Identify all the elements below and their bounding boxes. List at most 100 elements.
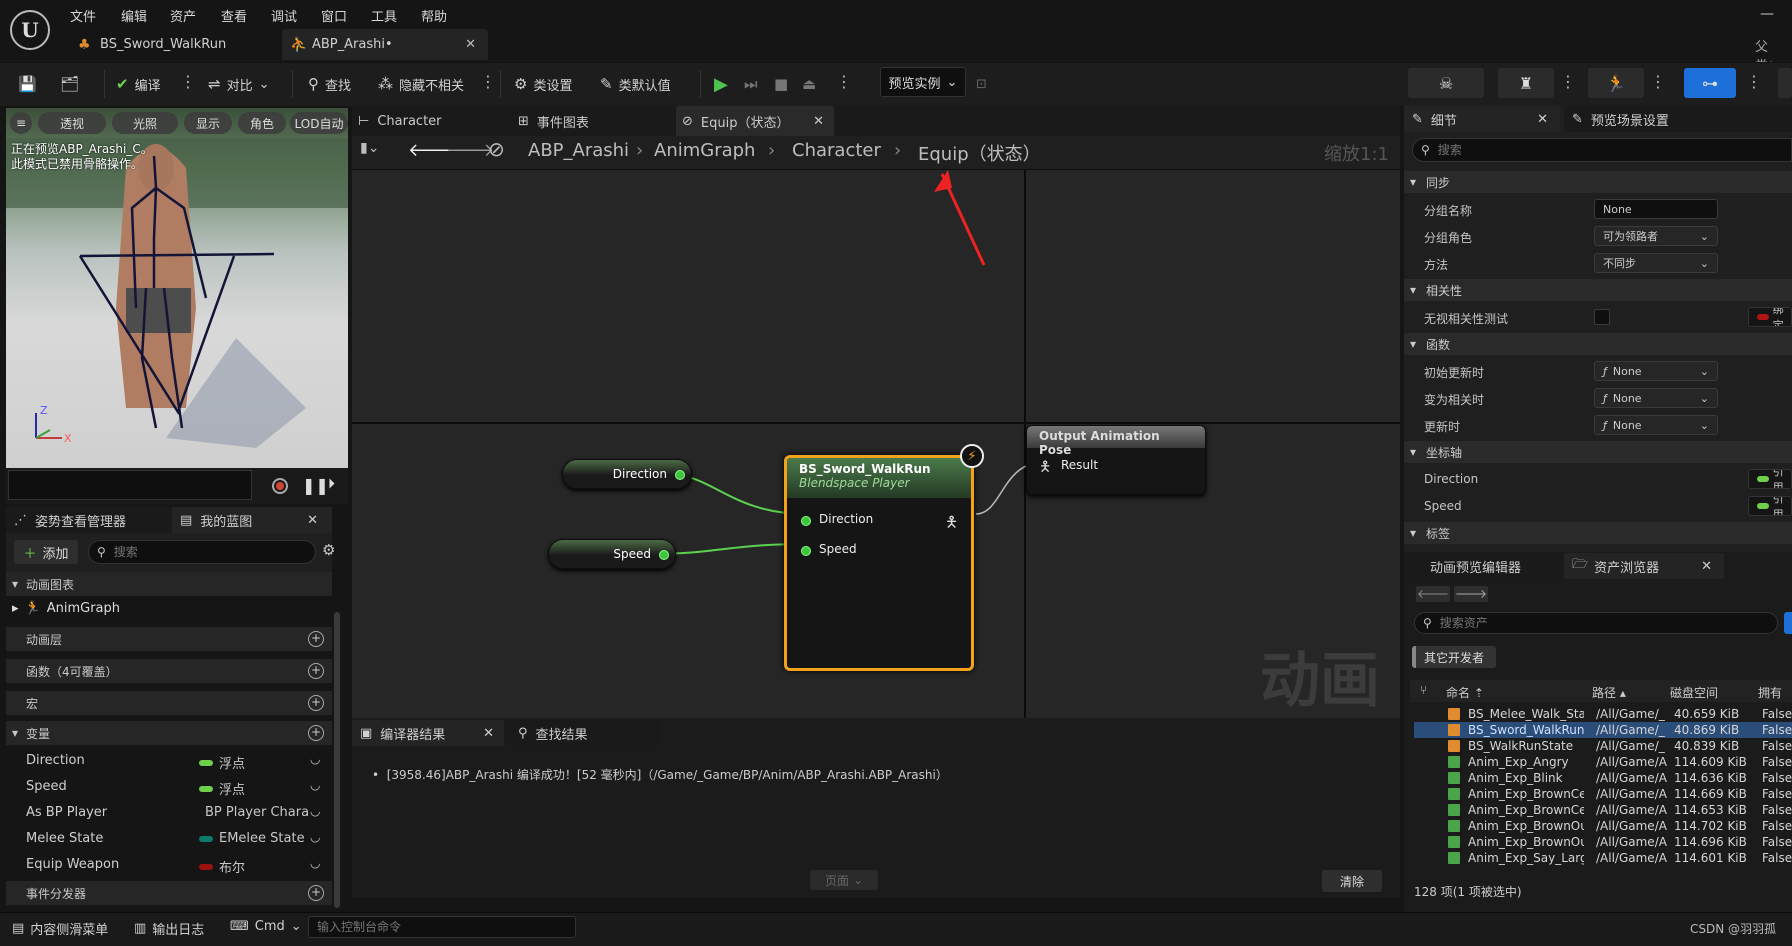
section-variables[interactable]: ▾ 变量 + [6,721,332,745]
more-icon[interactable]: ⋮ [836,72,852,91]
asset-row[interactable]: BS_Sword_WalkRun/All/Game/_ 40.869 KiB Fal… [1414,722,1792,738]
menu-item[interactable]: 查看 [221,6,247,25]
section-macros[interactable]: 宏 + [6,691,332,715]
more-icon[interactable]: ⋮ [480,72,496,91]
group-role-dropdown[interactable]: 可为领路者 ⌄ [1594,226,1718,246]
minimize-icon[interactable]: — [1760,6,1774,22]
asset-row[interactable]: Anim_Exp_BrownOut/All/Game/A 114.702 KiB F… [1414,818,1792,834]
debug-filter-icon[interactable]: ⊡ [976,71,987,97]
column-owner[interactable]: 拥有 [1758,684,1782,701]
column-path[interactable]: 路径 ▴ [1592,684,1626,701]
mesh-mode-button[interactable]: ♜ [1498,68,1554,98]
category-coordinates[interactable]: ▾ 坐标轴 [1404,441,1792,463]
search-input[interactable] [1437,143,1738,157]
browse-button[interactable]: 🗂 [60,71,79,97]
variable-type[interactable]: BP Player Chara [199,805,309,820]
perspective-button[interactable]: 透视 [38,112,106,134]
direction-get-node[interactable]: Direction [562,459,692,489]
unreal-logo-icon[interactable]: U [10,10,50,50]
tab-event-graph[interactable]: ⊞ 事件图表 [518,106,589,136]
breadcrumb-item[interactable]: Equip（状态） [918,140,1041,166]
asset-row[interactable]: BS_Melee_Walk_Stat/All/Game/_ 40.659 KiB F… [1414,706,1792,722]
variable-type[interactable]: 浮点 [199,753,245,772]
section-anim-layers[interactable]: 动画层 + [6,627,332,651]
search-input[interactable] [113,545,294,559]
close-icon[interactable]: ✕ [1701,559,1712,574]
asset-row[interactable]: Anim_Exp_Angry/All/Game/A 114.609 KiB Fals… [1414,754,1792,770]
asset-settings-button[interactable] [1784,612,1792,634]
category-sync[interactable]: ▾ 同步 [1404,171,1792,193]
on-initial-update-dropdown[interactable]: ƒ None ⌄ [1594,361,1718,381]
history-forward-icon[interactable]: 🡒 [1454,586,1488,602]
menu-item[interactable]: 文件 [70,6,96,25]
speed-input-pin[interactable] [801,546,811,556]
tab-bs-sword-walkrun[interactable]: ♣ BS_Sword_WalkRun [70,29,280,60]
menu-item[interactable]: 编辑 [121,6,147,25]
direction-ref-button[interactable]: 引用 [1748,469,1792,489]
tree-view-icon[interactable]: ⑂ [1420,683,1427,697]
group-name-field[interactable]: None [1594,199,1718,219]
console-input-box[interactable] [308,916,576,938]
eye-closed-icon[interactable]: ◡ [310,778,320,792]
add-macro-icon[interactable]: + [308,695,324,711]
asset-row[interactable]: Anim_Exp_BrownCen/All/Game/A 114.669 KiB F… [1414,786,1792,802]
eye-closed-icon[interactable]: ◡ [310,856,320,870]
direction-input-pin[interactable] [801,516,811,526]
section-functions[interactable]: 函数（4可覆盖） + [6,659,332,683]
close-icon[interactable]: ✕ [813,114,824,129]
more-icon[interactable]: ⋮ [1560,72,1576,91]
class-defaults-button[interactable]: ✎ 类默认值 [600,71,671,97]
stop-icon[interactable]: ■ [774,71,788,97]
console-input[interactable] [317,920,567,934]
add-layer-icon[interactable]: + [308,631,324,647]
add-function-icon[interactable]: + [308,663,324,679]
eye-closed-icon[interactable]: ◡ [310,752,320,766]
asset-row[interactable]: Anim_Exp_BrownOut/All/Game/A 114.696 KiB F… [1414,834,1792,850]
pose-output-pin-icon[interactable]: 🯅 [945,512,958,537]
animgraph-item[interactable]: ▸ 🏃 AnimGraph [12,601,120,616]
filter-chip-other-developers[interactable]: 其它开发者 [1412,646,1496,668]
add-dispatcher-icon[interactable]: + [308,885,324,901]
tab-abp-arashi[interactable]: ⛹ ABP_Arashi• ✕ [282,29,488,60]
asset-row[interactable]: Anim_Exp_Blink/All/Game/A 114.636 KiB Fals… [1414,770,1792,786]
add-button[interactable]: ＋ 添加 [14,540,78,564]
variable-type[interactable]: 浮点 [199,779,245,798]
character-button[interactable]: 角色 [238,112,286,134]
blueprint-mode-button[interactable]: ⊶ [1684,68,1736,98]
close-icon[interactable]: ✕ [483,726,494,741]
output-pose-node[interactable]: Output Animation Pose 🯅 Result [1026,425,1206,495]
breadcrumb-item[interactable]: Character [792,140,881,161]
skeleton-mode-button[interactable]: ☠ [1408,68,1484,98]
output-log-button[interactable]: ▥ 输出日志 [134,919,204,938]
category-functions[interactable]: ▾ 函数 [1404,333,1792,355]
section-animgraph[interactable]: ▾ 动画图表 [6,572,332,596]
tab-compiler-results[interactable]: ▣ 编译器结果 ✕ [352,720,504,746]
tab-equip-state[interactable]: ⊘ Equip（状态） ✕ [676,106,834,136]
output-pin[interactable] [675,470,685,480]
clear-button[interactable]: 清除 [1322,870,1382,892]
show-button[interactable]: 显示 [184,112,232,134]
timeline-field[interactable] [8,470,252,500]
asset-row[interactable]: BS_WalkRunState/All/Game/_ 40.839 KiB Fals… [1414,738,1792,754]
tab-character-graph[interactable]: ⊢ Character [358,106,442,136]
menu-item[interactable]: 窗口 [321,6,347,25]
pose-input-pin-icon[interactable]: 🯅 [1039,456,1051,480]
bind-button[interactable]: 绑定 [1748,307,1792,327]
bookmark-icon[interactable]: ▮⌄ [360,140,379,156]
find-button[interactable]: ⚲ 查找 [308,71,351,97]
mybp-scrollbar[interactable] [334,612,340,908]
lod-auto-button[interactable]: LOD自动 [290,112,348,134]
column-disk-size[interactable]: 磁盘空间 [1670,684,1718,701]
tab-preview-scene-settings[interactable]: ✎ 预览场景设置 [1564,106,1792,132]
more-icon[interactable]: ⋮ [1650,72,1666,91]
play-icon[interactable]: ▶ [714,71,728,97]
eye-closed-icon[interactable]: ◡ [310,804,320,818]
tab-anim-preview-editor[interactable]: 动画预览编辑器 [1404,553,1564,579]
on-become-relevant-dropdown[interactable]: ƒ None ⌄ [1594,388,1718,408]
asset-row[interactable]: Anim_Exp_Say_Large/All/Game/A 114.601 KiB… [1414,850,1792,866]
speed-get-node[interactable]: Speed [548,539,676,569]
animation-mode-button[interactable]: 🏃 [1588,68,1644,98]
breadcrumb-item[interactable]: AnimGraph [654,140,755,161]
cmd-dropdown[interactable]: ⌨ Cmd ⌄ [230,919,302,934]
more-icon[interactable]: ⋮ [180,72,196,91]
